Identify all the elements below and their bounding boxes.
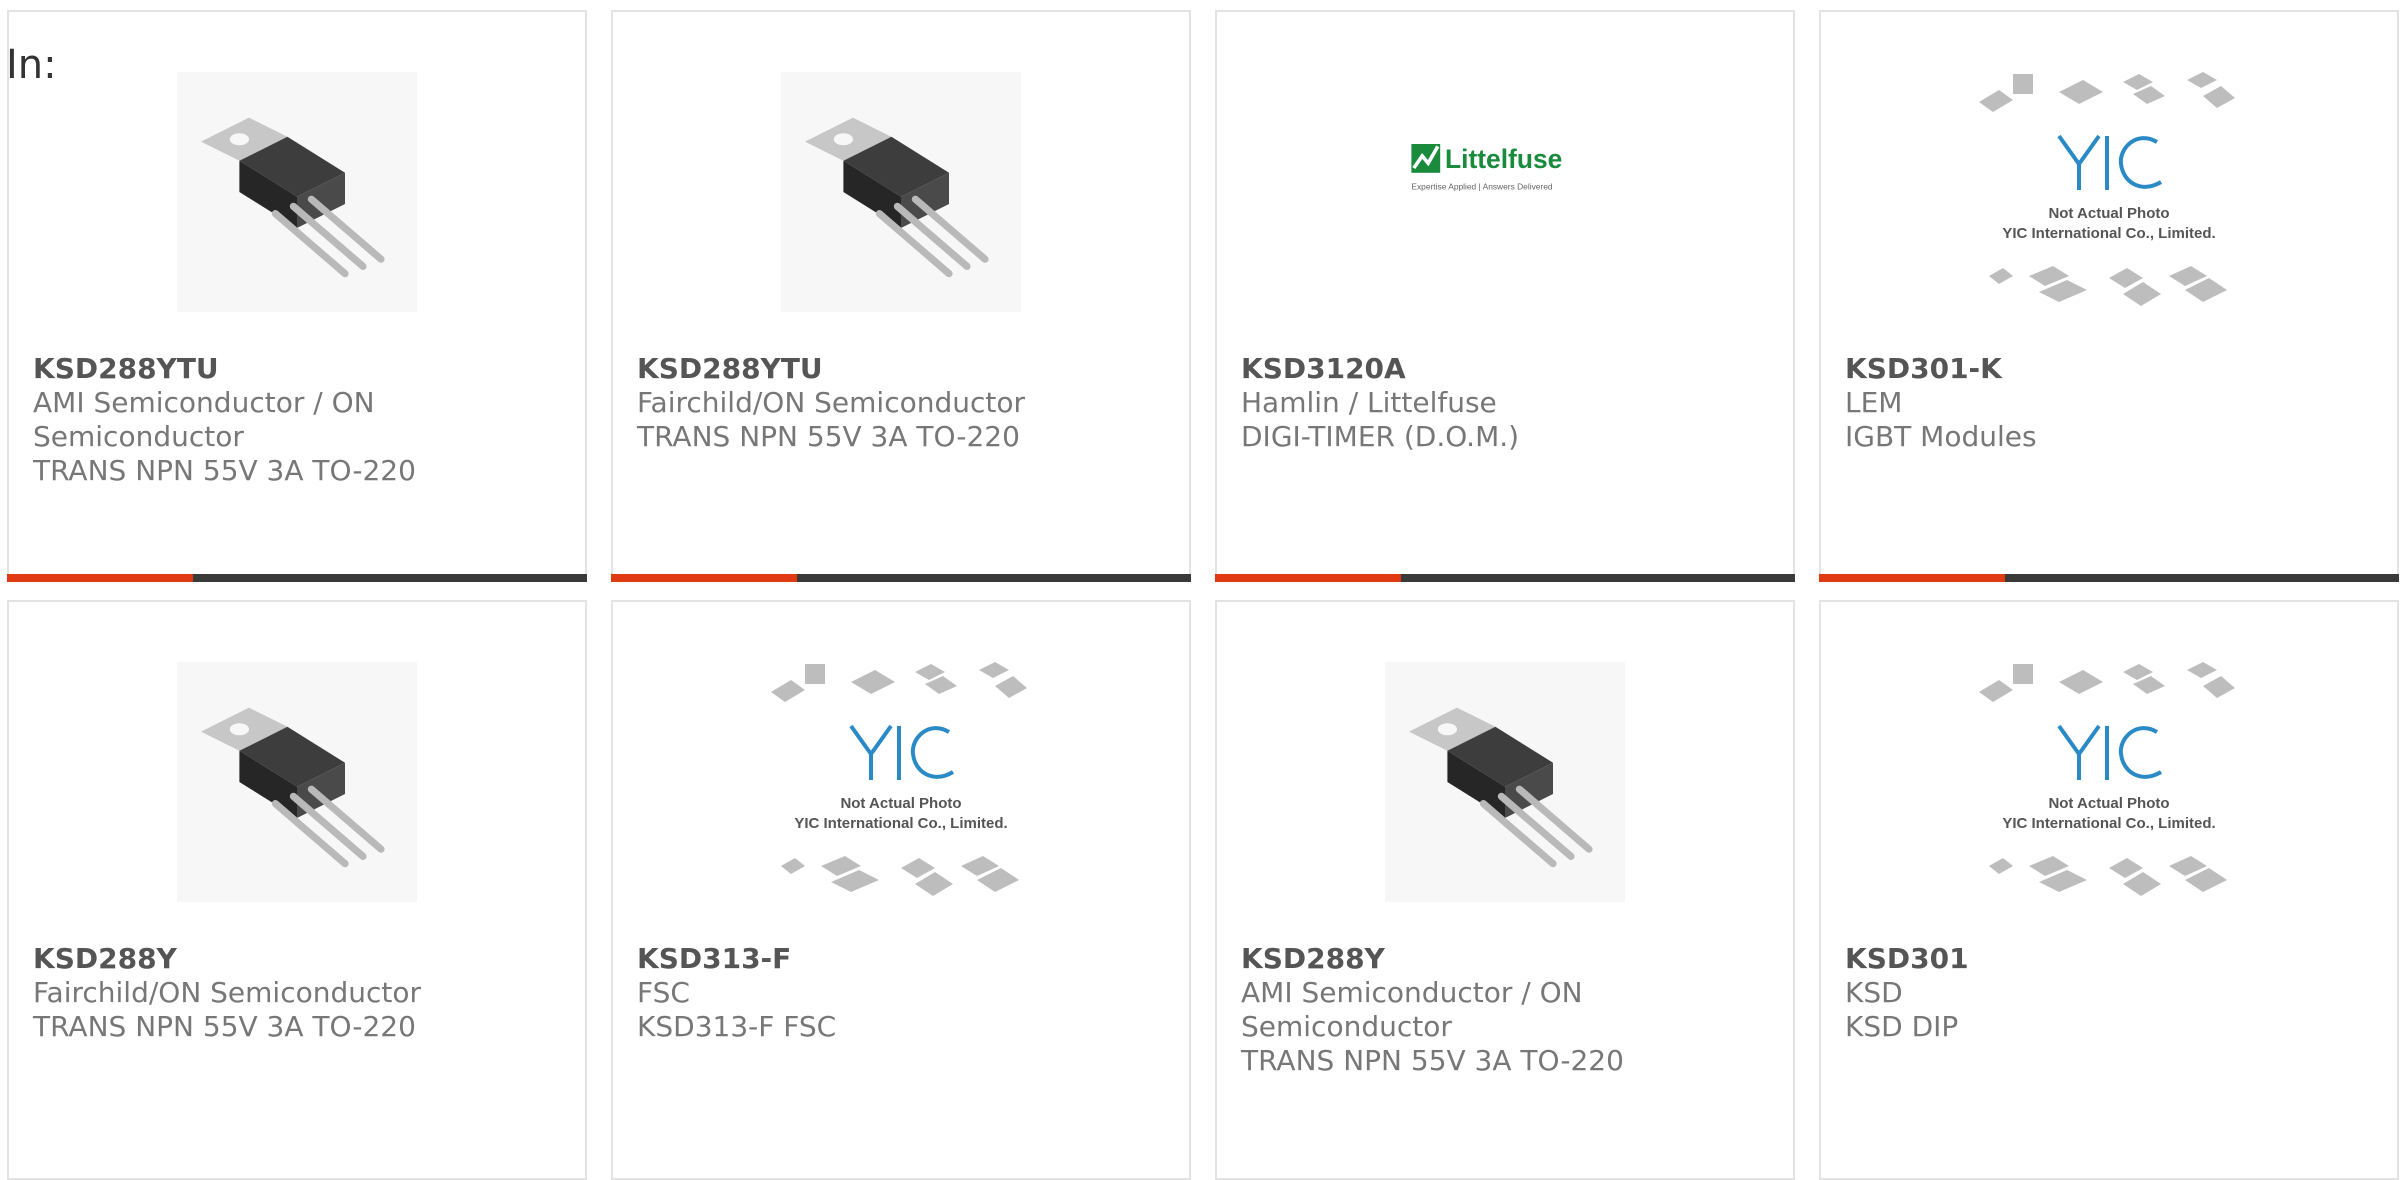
placeholder-line2: YIC International Co., Limited. — [2002, 815, 2215, 832]
part-number[interactable]: KSD313-F — [637, 942, 1165, 976]
product-image: Not Actual Photo YIC International Co., … — [1821, 72, 2397, 312]
part-number[interactable]: KSD288YTU — [33, 352, 561, 386]
manufacturer: Fairchild/ON Semiconductor — [637, 386, 1026, 419]
placeholder-line2: YIC International Co., Limited. — [2002, 225, 2215, 242]
placeholder-line1: Not Actual Photo — [2048, 795, 2169, 812]
description: TRANS NPN 55V 3A TO-220 — [33, 454, 416, 487]
placeholder-line1: Not Actual Photo — [840, 795, 961, 812]
in-label: In: — [6, 42, 57, 88]
manufacturer: LEM — [1845, 386, 1903, 419]
yic-placeholder-icon: Not Actual Photo YIC International Co., … — [761, 662, 1041, 902]
transistor-icon — [177, 72, 417, 312]
yic-placeholder-icon: Not Actual Photo YIC International Co., … — [1969, 662, 2249, 902]
card-bar-accent — [7, 574, 193, 582]
placeholder-line1: Not Actual Photo — [2048, 205, 2169, 222]
manufacturer: AMI Semiconductor / ON Semiconductor — [1241, 976, 1583, 1043]
part-number[interactable]: KSD288YTU — [637, 352, 1165, 386]
manufacturer: AMI Semiconductor / ON Semiconductor — [33, 386, 375, 453]
part-number[interactable]: KSD288Y — [1241, 942, 1769, 976]
product-image — [1217, 662, 1793, 902]
product-image — [613, 72, 1189, 312]
product-card[interactable]: Not Actual Photo YIC International Co., … — [611, 600, 1191, 1180]
product-card[interactable]: KSD288Y Fairchild/ON Semiconductor TRANS… — [7, 600, 587, 1180]
card-bar — [1215, 574, 1795, 582]
part-number[interactable]: KSD288Y — [33, 942, 561, 976]
card-bar — [611, 574, 1191, 582]
manufacturer: KSD — [1845, 976, 1903, 1009]
product-image — [9, 662, 585, 902]
description: TRANS NPN 55V 3A TO-220 — [1241, 1044, 1624, 1077]
littelfuse-name: Littelfuse — [1445, 144, 1562, 174]
card-bar-accent — [1819, 574, 2005, 582]
littelfuse-tagline: Expertise Applied | Answers Delivered — [1411, 182, 1552, 192]
transistor-icon — [781, 72, 1021, 312]
product-image: Not Actual Photo YIC International Co., … — [1821, 662, 2397, 902]
product-card[interactable]: Not Actual Photo YIC International Co., … — [1819, 600, 2399, 1180]
product-image: Littelfuse Expertise Applied | Answers D… — [1217, 72, 1793, 312]
product-image: Not Actual Photo YIC International Co., … — [613, 662, 1189, 902]
description: TRANS NPN 55V 3A TO-220 — [637, 420, 1020, 453]
part-number[interactable]: KSD301-K — [1845, 352, 2373, 386]
description: TRANS NPN 55V 3A TO-220 — [33, 1010, 416, 1043]
part-number[interactable]: KSD301 — [1845, 942, 2373, 976]
product-card[interactable]: Not Actual Photo YIC International Co., … — [1819, 10, 2399, 582]
card-bar-accent — [611, 574, 797, 582]
transistor-icon — [1385, 662, 1625, 902]
product-card[interactable]: Littelfuse Expertise Applied | Answers D… — [1215, 10, 1795, 582]
description: KSD DIP — [1845, 1010, 1959, 1043]
card-bar — [7, 574, 587, 582]
product-card[interactable]: KSD288Y AMI Semiconductor / ON Semicondu… — [1215, 600, 1795, 1180]
yic-placeholder-icon: Not Actual Photo YIC International Co., … — [1969, 72, 2249, 312]
product-card[interactable]: KSD288YTU Fairchild/ON Semiconductor TRA… — [611, 10, 1191, 582]
description: KSD313-F FSC — [637, 1010, 837, 1043]
manufacturer: Hamlin / Littelfuse — [1241, 386, 1497, 419]
manufacturer: FSC — [637, 976, 690, 1009]
product-card[interactable]: KSD288YTU AMI Semiconductor / ON Semicon… — [7, 10, 587, 582]
product-image — [9, 72, 585, 312]
placeholder-line2: YIC International Co., Limited. — [794, 815, 1007, 832]
card-bar — [1819, 574, 2399, 582]
manufacturer: Fairchild/ON Semiconductor — [33, 976, 422, 1009]
transistor-icon — [177, 662, 417, 902]
description: DIGI-TIMER (D.O.M.) — [1241, 420, 1520, 453]
card-bar-accent — [1215, 574, 1401, 582]
littelfuse-logo-icon: Littelfuse Expertise Applied | Answers D… — [1385, 72, 1625, 312]
part-number[interactable]: KSD3120A — [1241, 352, 1769, 386]
description: IGBT Modules — [1845, 420, 2037, 453]
